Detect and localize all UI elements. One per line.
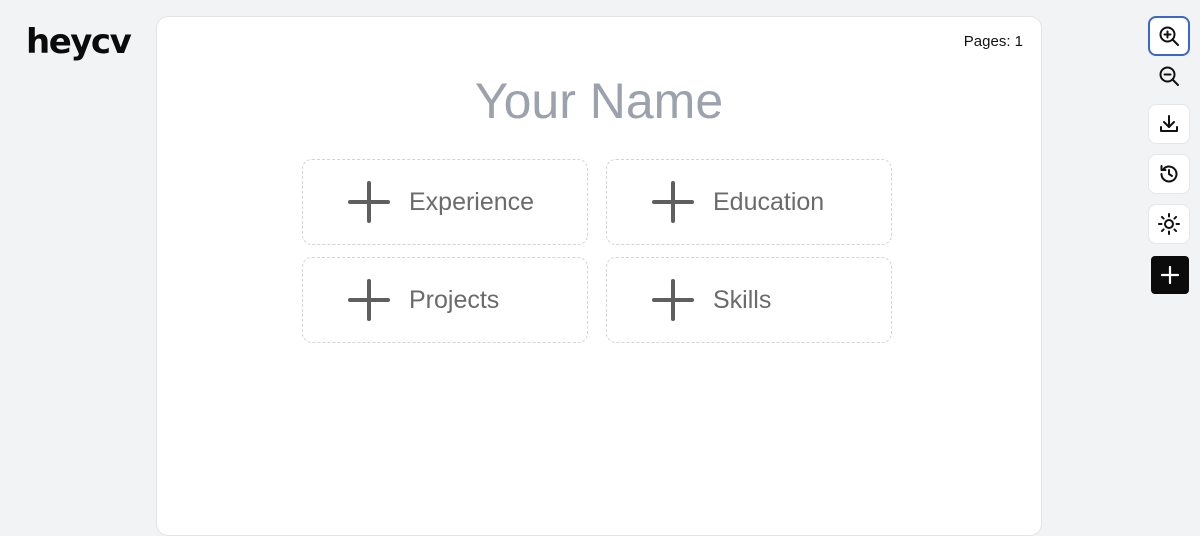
heycv-logo[interactable]: heycv	[26, 20, 132, 64]
section-label: Projects	[409, 285, 500, 314]
plus-icon	[652, 181, 694, 223]
section-label: Skills	[713, 285, 772, 314]
plus-icon	[348, 181, 390, 223]
history-button[interactable]	[1148, 154, 1190, 194]
pages-count: Pages: 1	[963, 33, 1023, 50]
resume-page: Pages: 1 Your Name Experience Education …	[156, 16, 1042, 536]
sun-icon	[1158, 213, 1180, 235]
add-experience-button[interactable]: Experience	[302, 159, 588, 245]
download-icon	[1160, 115, 1178, 132]
history-icon	[1160, 165, 1178, 183]
zoom-in-button[interactable]	[1148, 16, 1190, 56]
name-field[interactable]: Your Name	[157, 69, 1041, 133]
zoom-out-icon	[1159, 66, 1179, 86]
section-label: Education	[713, 187, 825, 216]
add-skills-button[interactable]: Skills	[606, 257, 892, 343]
add-projects-button[interactable]: Projects	[302, 257, 588, 343]
section-label: Experience	[409, 187, 535, 216]
plus-icon	[652, 279, 694, 321]
theme-toggle-button[interactable]	[1148, 204, 1190, 244]
zoom-out-button[interactable]	[1148, 56, 1190, 96]
plus-icon	[348, 279, 390, 321]
zoom-in-icon	[1159, 26, 1179, 46]
plus-icon	[1160, 265, 1180, 285]
add-button[interactable]	[1151, 256, 1189, 294]
add-section-grid: Experience Education Projects Skills	[302, 159, 893, 343]
download-button[interactable]	[1148, 104, 1190, 144]
add-education-button[interactable]: Education	[606, 159, 892, 245]
